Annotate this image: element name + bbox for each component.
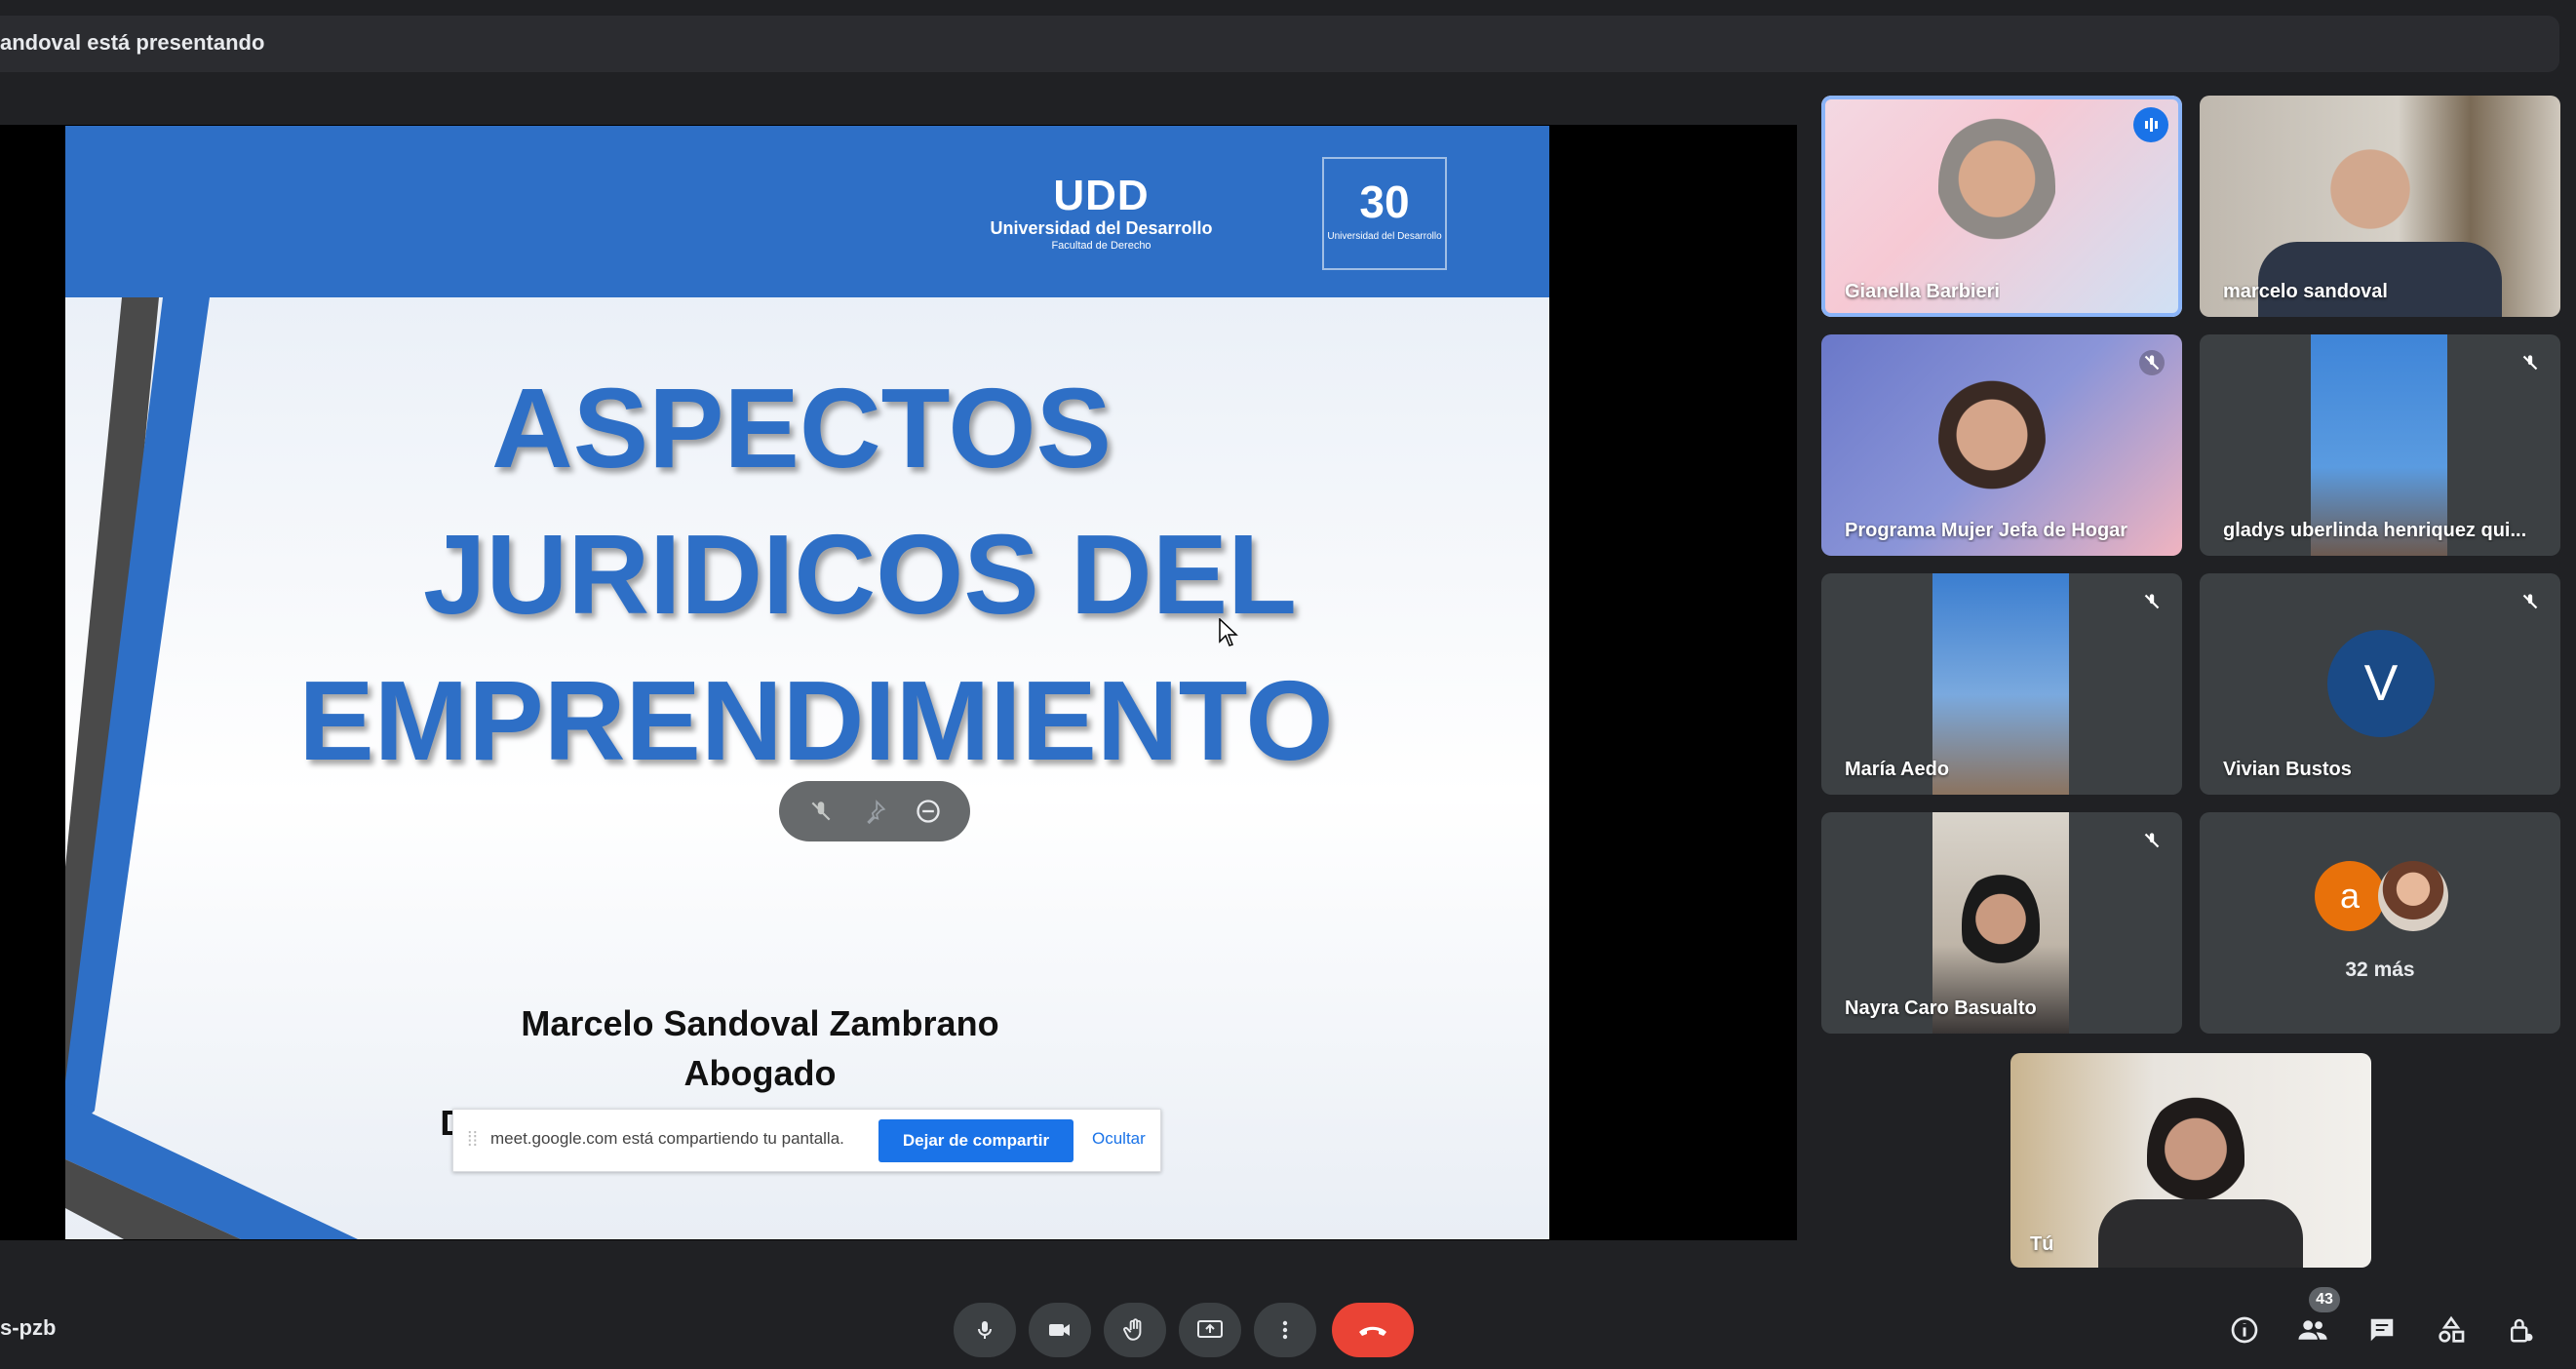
people-button[interactable]	[2293, 1310, 2332, 1349]
title-line: EMPRENDIMIENTO	[298, 657, 1334, 784]
anniversary-number: 30	[1359, 176, 1410, 227]
share-notice-text: meet.google.com está compartiendo tu pan…	[490, 1129, 844, 1148]
title-line: JURIDICOS DEL	[423, 511, 1297, 638]
self-name: Tú	[2030, 1233, 2054, 1255]
raise-hand-icon	[1123, 1318, 1142, 1341]
muted-mic-icon	[2144, 594, 2160, 609]
participant-tile[interactable]: Programa Mujer Jefa de Hogar	[1821, 334, 2182, 556]
participant-tile[interactable]: marcelo sandoval	[2200, 96, 2560, 317]
mouse-cursor-icon	[1219, 618, 1238, 646]
more-options-icon	[1282, 1320, 1288, 1340]
participant-tile[interactable]: Gianella Barbieri	[1821, 96, 2182, 317]
chat-icon	[2370, 1318, 2394, 1342]
presenting-banner: andoval está presentando	[0, 16, 2559, 72]
participants-count-badge: 43	[2309, 1287, 2340, 1312]
author-name: Marcelo Sandoval Zambrano	[521, 1003, 999, 1043]
remove-icon[interactable]	[914, 797, 943, 826]
shared-screen: UDD Universidad del Desarrollo Facultad …	[0, 125, 1797, 1240]
chat-button[interactable]	[2362, 1310, 2401, 1349]
people-icon	[2298, 1320, 2327, 1340]
host-controls-button[interactable]	[2501, 1310, 2540, 1349]
host-controls-icon	[2511, 1318, 2533, 1343]
screen-share-notice: ⁞⁞ meet.google.com está compartiendo tu …	[452, 1109, 1161, 1172]
mute-presenter-icon[interactable]	[806, 797, 836, 826]
slide-title: ASPECTOS JURIDICOS DEL EMPRENDIMIENTO	[163, 355, 1549, 794]
participant-name: Nayra Caro Basualto	[1845, 997, 2037, 1019]
camera-button[interactable]	[1029, 1303, 1091, 1357]
end-call-button[interactable]	[1332, 1303, 1414, 1357]
meeting-code[interactable]: s-pzb	[0, 1315, 56, 1341]
more-participants-tile[interactable]: a 32 más	[2200, 812, 2560, 1034]
slide-header: UDD Universidad del Desarrollo Facultad …	[65, 126, 1549, 297]
participant-tile[interactable]: María Aedo	[1821, 573, 2182, 795]
avatar: V	[2327, 630, 2435, 737]
anniversary-logo: 30 Universidad del Desarrollo	[1322, 157, 1447, 270]
faculty-name: Facultad de Derecho	[1051, 240, 1151, 252]
anniversary-sub: Universidad del Desarrollo	[1327, 231, 1442, 242]
participant-video	[1938, 373, 2046, 510]
participant-tile[interactable]: gladys uberlinda henriquez qui...	[2200, 334, 2560, 556]
presentation-slide: UDD Universidad del Desarrollo Facultad …	[65, 126, 1549, 1239]
muted-mic-icon	[2139, 350, 2165, 375]
logo-mark: UDD	[1053, 172, 1150, 219]
udd-logo: UDD Universidad del Desarrollo Facultad …	[987, 175, 1216, 253]
avatar: a	[2315, 861, 2385, 931]
muted-mic-icon	[2522, 355, 2538, 371]
more-options-button[interactable]	[1254, 1303, 1316, 1357]
title-line: ASPECTOS	[490, 365, 1112, 491]
more-participants-count: 32 más	[2345, 958, 2415, 981]
presenting-text: andoval está presentando	[0, 30, 265, 55]
muted-mic-icon	[2144, 833, 2160, 848]
muted-mic-icon	[2522, 594, 2538, 609]
present-screen-icon	[1197, 1320, 1223, 1338]
self-view-tile[interactable]: Tú	[2010, 1053, 2371, 1268]
meeting-info-button[interactable]	[2225, 1310, 2264, 1349]
participant-video	[1932, 573, 2069, 795]
activities-button[interactable]	[2432, 1310, 2471, 1349]
activities-icon	[2439, 1315, 2465, 1343]
author-role: Abogado	[683, 1053, 837, 1093]
present-screen-button[interactable]	[1179, 1303, 1241, 1357]
microphone-button[interactable]	[954, 1303, 1016, 1357]
camera-icon	[1049, 1324, 1070, 1336]
avatar	[2378, 861, 2448, 931]
university-name: Universidad del Desarrollo	[990, 218, 1213, 238]
end-call-icon	[1359, 1326, 1386, 1336]
participant-name: marcelo sandoval	[2223, 281, 2388, 302]
participant-name: Vivian Bustos	[2223, 759, 2352, 780]
drag-handle-icon[interactable]: ⁞⁞	[467, 1129, 478, 1152]
participant-name: gladys uberlinda henriquez qui...	[2223, 520, 2527, 541]
hide-notice-link[interactable]: Ocultar	[1092, 1129, 1146, 1149]
info-icon	[2231, 1316, 2258, 1344]
participant-tile[interactable]: V Vivian Bustos	[2200, 573, 2560, 795]
microphone-icon	[978, 1321, 992, 1339]
participant-name: María Aedo	[1845, 759, 1950, 780]
raise-hand-button[interactable]	[1104, 1303, 1166, 1357]
presentation-hover-controls	[779, 781, 970, 841]
pin-icon[interactable]	[860, 797, 889, 826]
participant-name: Gianella Barbieri	[1845, 281, 2000, 302]
participant-tile[interactable]: Nayra Caro Basualto	[1821, 812, 2182, 1034]
participant-name: Programa Mujer Jefa de Hogar	[1845, 520, 2128, 541]
stop-sharing-button[interactable]: Dejar de compartir	[878, 1119, 1073, 1162]
